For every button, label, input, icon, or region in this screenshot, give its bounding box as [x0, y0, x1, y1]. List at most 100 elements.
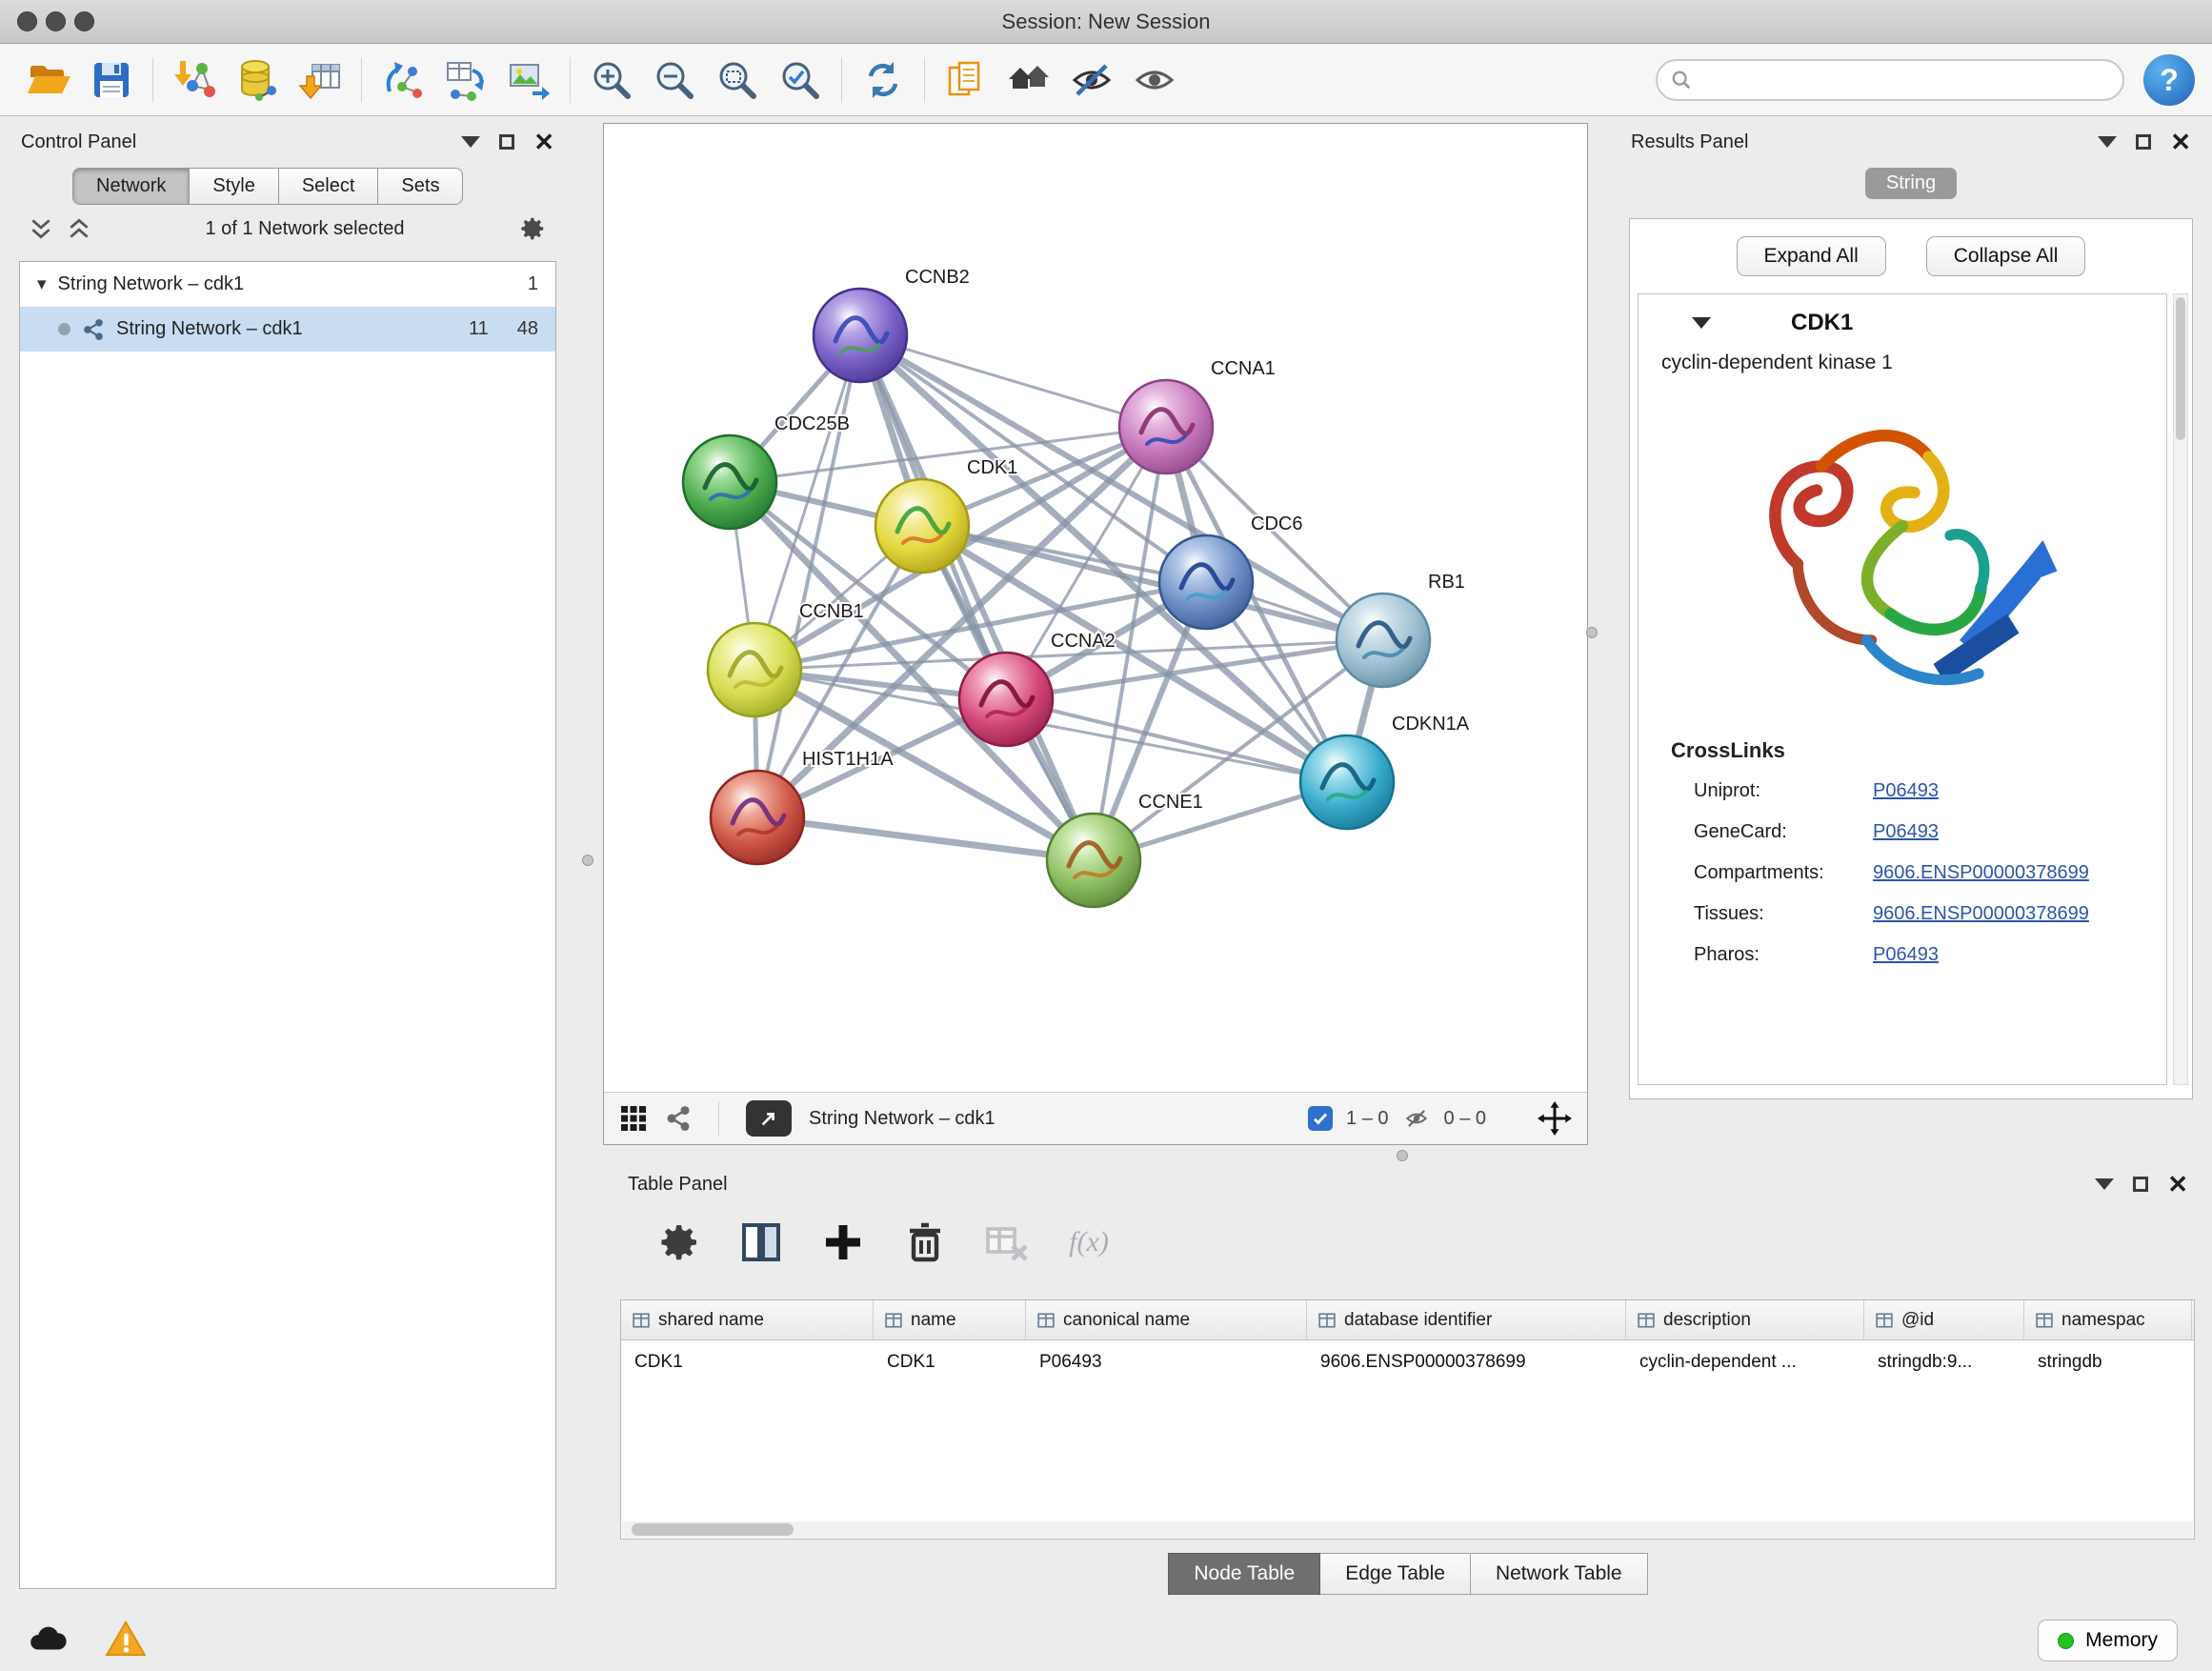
network-node-rb1[interactable] [1337, 594, 1430, 687]
network-node-cdc25b[interactable] [683, 435, 776, 529]
open-session-button[interactable] [17, 51, 80, 109]
tab-node-table[interactable]: Node Table [1168, 1553, 1320, 1595]
zoom-in-button[interactable] [580, 51, 643, 109]
network-overview-button[interactable] [665, 1105, 692, 1132]
collapse-all-icon[interactable] [29, 216, 53, 241]
collapse-all-button[interactable]: Collapse All [1926, 236, 2086, 276]
table-cell[interactable]: CDK1 [621, 1340, 874, 1384]
tab-sets[interactable]: Sets [378, 168, 463, 205]
network-node-ccnb1[interactable] [708, 623, 801, 716]
export-image-button[interactable] [497, 51, 560, 109]
tab-select[interactable]: Select [279, 168, 379, 205]
network-edge[interactable] [757, 335, 860, 817]
new-network-button[interactable] [372, 51, 434, 109]
crosslink-value-link[interactable]: P06493 [1873, 944, 1939, 966]
table-cell[interactable]: stringdb:9... [1864, 1340, 2024, 1384]
network-node-ccna1[interactable] [1119, 380, 1213, 473]
network-row[interactable]: String Network – cdk1 11 48 [20, 307, 555, 352]
zoom-selected-button[interactable] [769, 51, 832, 109]
expand-all-button[interactable]: Expand All [1737, 236, 1886, 276]
panel-close-icon[interactable]: ✕ [2170, 130, 2191, 154]
documents-button[interactable] [935, 51, 997, 109]
column-header-name[interactable]: name [874, 1300, 1026, 1339]
import-table-file-button[interactable] [289, 51, 352, 109]
network-collection-row[interactable]: ▾ String Network – cdk1 1 [20, 262, 555, 307]
warnings-button[interactable] [105, 1620, 147, 1661]
gear-icon[interactable] [518, 214, 547, 243]
entry-collapse-toggle[interactable] [1692, 317, 1711, 329]
network-canvas[interactable]: CCNB2CCNA1CDC25BCDK1CDC6RB1CCNB1CCNA2CDK… [604, 124, 1587, 1092]
table-horizontal-scrollbar[interactable] [622, 1521, 2193, 1538]
save-session-button[interactable] [80, 51, 143, 109]
close-window-button[interactable] [17, 11, 37, 31]
delete-column-button[interactable] [900, 1218, 950, 1267]
tab-edge-table[interactable]: Edge Table [1320, 1553, 1471, 1595]
zoom-window-button[interactable] [74, 11, 94, 31]
network-node-ccnb2[interactable] [814, 289, 907, 382]
function-builder-button[interactable]: f(x) [1064, 1218, 1114, 1267]
expand-all-icon[interactable] [67, 216, 91, 241]
results-scrollbar-thumb[interactable] [2176, 297, 2185, 440]
selected-checkbox[interactable] [1308, 1106, 1333, 1131]
cloud-status-button[interactable] [25, 1620, 69, 1661]
network-node-cdkn1a[interactable] [1300, 735, 1394, 829]
panel-menu-icon[interactable] [461, 136, 480, 148]
table-scrollbar-thumb[interactable] [632, 1523, 794, 1536]
panel-float-icon[interactable] [499, 134, 514, 150]
search-field[interactable] [1656, 59, 2124, 101]
panel-close-icon[interactable]: ✕ [2167, 1172, 2188, 1197]
zoom-fit-button[interactable] [706, 51, 769, 109]
column-header-namespac[interactable]: namespac [2024, 1300, 2192, 1339]
tab-network-table[interactable]: Network Table [1471, 1553, 1648, 1595]
left-splitter-handle[interactable] [582, 855, 593, 866]
panel-close-icon[interactable]: ✕ [533, 130, 554, 154]
network-node-ccne1[interactable] [1047, 814, 1140, 907]
column-header-@id[interactable]: @id [1864, 1300, 2024, 1339]
panel-float-icon[interactable] [2136, 134, 2151, 150]
results-scrollbar[interactable] [2173, 293, 2188, 1085]
network-node-cdc6[interactable] [1159, 535, 1253, 629]
table-settings-button[interactable] [654, 1218, 704, 1267]
memory-button[interactable]: Memory [2038, 1620, 2178, 1661]
delete-table-button[interactable] [982, 1218, 1032, 1267]
network-edge[interactable] [757, 817, 1094, 860]
network-node-cdk1[interactable] [875, 479, 969, 573]
table-cell[interactable]: CDK1 [874, 1340, 1026, 1384]
string-home-button[interactable] [997, 51, 1060, 109]
string-show-button[interactable] [1123, 51, 1186, 109]
column-header-database-identifier[interactable]: database identifier [1307, 1300, 1626, 1339]
tab-string[interactable]: String [1865, 168, 1957, 199]
new-network-from-table-button[interactable] [434, 51, 497, 109]
network-node-hist1h1a[interactable] [711, 771, 804, 864]
grid-view-button[interactable] [619, 1104, 648, 1133]
crosslink-value-link[interactable]: P06493 [1873, 821, 1939, 843]
zoom-out-button[interactable] [643, 51, 706, 109]
tab-style[interactable]: Style [190, 168, 278, 205]
column-header-canonical-name[interactable]: canonical name [1026, 1300, 1307, 1339]
table-cell[interactable]: stringdb [2024, 1340, 2192, 1384]
import-network-file-button[interactable] [163, 51, 226, 109]
crosslink-value-link[interactable]: P06493 [1873, 780, 1939, 802]
create-column-button[interactable] [818, 1218, 868, 1267]
tab-network[interactable]: Network [72, 168, 190, 205]
table-cell[interactable]: 9606.ENSP00000378699 [1307, 1340, 1626, 1384]
table-row[interactable]: CDK1CDK1P064939606.ENSP00000378699cyclin… [621, 1340, 2194, 1384]
refresh-layout-button[interactable] [852, 51, 915, 109]
table-cell[interactable]: cyclin-dependent ... [1626, 1340, 1864, 1384]
crosslink-value-link[interactable]: 9606.ENSP00000378699 [1873, 862, 2089, 884]
detach-view-button[interactable] [746, 1100, 792, 1137]
bottom-splitter-handle[interactable] [1397, 1150, 1408, 1161]
help-button[interactable]: ? [2143, 54, 2195, 106]
column-header-shared-name[interactable]: shared name [621, 1300, 874, 1339]
network-edge[interactable] [860, 335, 1094, 860]
show-columns-button[interactable] [736, 1218, 786, 1267]
crosslink-value-link[interactable]: 9606.ENSP00000378699 [1873, 903, 2089, 925]
import-network-database-button[interactable] [226, 51, 289, 109]
right-splitter-handle[interactable] [1586, 627, 1598, 638]
panel-menu-icon[interactable] [2095, 1178, 2114, 1190]
panel-menu-icon[interactable] [2098, 136, 2117, 148]
column-header-description[interactable]: description [1626, 1300, 1864, 1339]
search-input[interactable] [1701, 70, 2109, 91]
network-node-ccna2[interactable] [959, 653, 1053, 746]
string-hide-button[interactable] [1060, 51, 1123, 109]
